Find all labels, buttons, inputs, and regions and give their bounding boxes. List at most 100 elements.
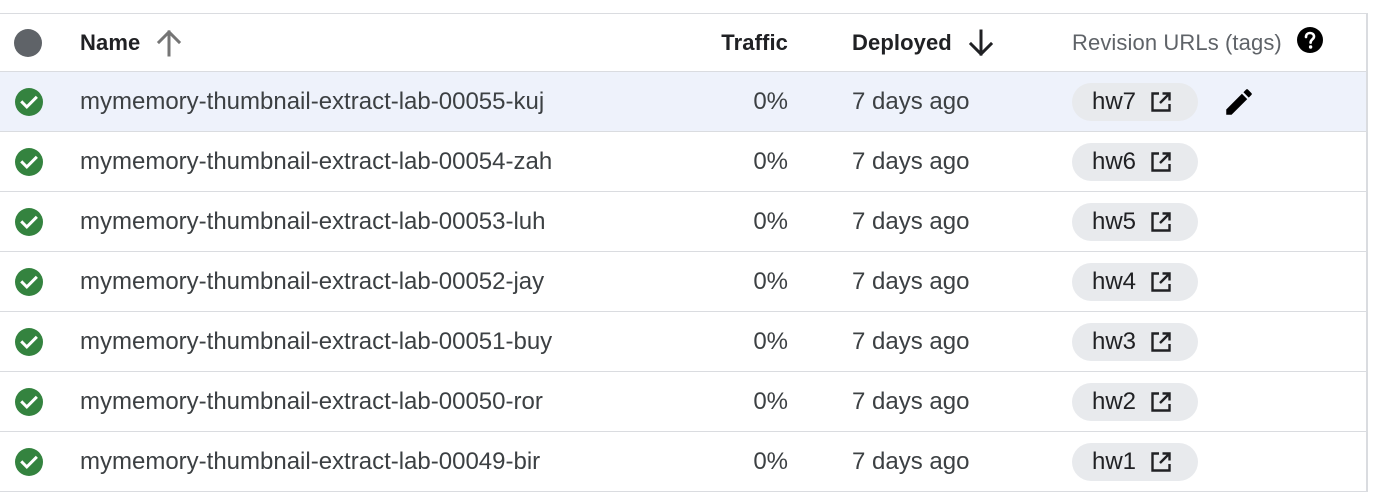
- column-header-revision-urls-label: Revision URLs (tags): [1072, 29, 1282, 55]
- traffic-value: 0%: [753, 327, 788, 355]
- check-circle-icon: [14, 387, 44, 417]
- table-row[interactable]: mymemory-thumbnail-extract-lab-00050-ror…: [0, 371, 1366, 431]
- revision-tag-label: hw6: [1092, 147, 1137, 175]
- revision-url-cell: hw5: [1072, 192, 1362, 251]
- select-all-cell[interactable]: [14, 14, 50, 71]
- deployed-cell: 7 days ago: [852, 252, 1052, 311]
- deployed-cell: 7 days ago: [852, 192, 1052, 251]
- table-header-row: Name Traffic Deployed Revision URLs (tag…: [0, 13, 1366, 71]
- revision-name[interactable]: mymemory-thumbnail-extract-lab-00055-kuj: [80, 88, 544, 116]
- table-row[interactable]: mymemory-thumbnail-extract-lab-00055-kuj…: [0, 71, 1366, 131]
- traffic-cell: 0%: [690, 132, 788, 191]
- open-in-new-icon: [1150, 151, 1172, 173]
- arrow-up-icon[interactable]: [156, 29, 182, 57]
- check-circle-icon: [14, 327, 44, 357]
- traffic-value: 0%: [753, 147, 788, 175]
- status-cell: [14, 432, 50, 491]
- revision-tag-label: hw5: [1092, 207, 1137, 235]
- deployed-value: 7 days ago: [852, 387, 970, 415]
- traffic-cell: 0%: [690, 72, 788, 131]
- open-in-new-icon: [1150, 331, 1172, 353]
- traffic-value: 0%: [753, 87, 788, 115]
- deployed-value: 7 days ago: [852, 267, 970, 295]
- table-row[interactable]: mymemory-thumbnail-extract-lab-00053-luh…: [0, 191, 1366, 251]
- revision-name-cell[interactable]: mymemory-thumbnail-extract-lab-00050-ror: [80, 372, 680, 431]
- revision-tag-chip[interactable]: hw2: [1072, 382, 1198, 421]
- status-cell: [14, 192, 50, 251]
- column-header-deployed-label: Deployed: [852, 29, 952, 55]
- table-row[interactable]: mymemory-thumbnail-extract-lab-00054-zah…: [0, 131, 1366, 191]
- revision-name[interactable]: mymemory-thumbnail-extract-lab-00052-jay: [80, 268, 544, 296]
- deployed-cell: 7 days ago: [852, 132, 1052, 191]
- open-in-new-icon: [1150, 271, 1172, 293]
- revision-tag-label: hw2: [1092, 387, 1137, 415]
- revision-name[interactable]: mymemory-thumbnail-extract-lab-00054-zah: [80, 148, 552, 176]
- revision-tag-chip[interactable]: hw1: [1072, 442, 1198, 481]
- check-circle-icon: [14, 147, 44, 177]
- table-row[interactable]: mymemory-thumbnail-extract-lab-00051-buy…: [0, 311, 1366, 371]
- revision-name-cell[interactable]: mymemory-thumbnail-extract-lab-00055-kuj: [80, 72, 680, 131]
- check-circle-icon: [14, 267, 44, 297]
- help-circle-icon[interactable]: [1296, 26, 1324, 59]
- deployed-value: 7 days ago: [852, 87, 970, 115]
- traffic-value: 0%: [753, 207, 788, 235]
- revision-tag-label: hw1: [1092, 447, 1137, 475]
- status-cell: [14, 132, 50, 191]
- circle-checkbox-icon[interactable]: [14, 28, 42, 57]
- revision-name[interactable]: mymemory-thumbnail-extract-lab-00049-bir: [80, 448, 540, 476]
- open-in-new-icon: [1150, 451, 1172, 473]
- table-row[interactable]: mymemory-thumbnail-extract-lab-00052-jay…: [0, 251, 1366, 311]
- deployed-value: 7 days ago: [852, 147, 970, 175]
- revision-tag-chip[interactable]: hw5: [1072, 202, 1198, 241]
- revision-url-cell: hw3: [1072, 312, 1362, 371]
- status-cell: [14, 312, 50, 371]
- traffic-cell: 0%: [690, 372, 788, 431]
- open-in-new-icon: [1150, 211, 1172, 233]
- deployed-value: 7 days ago: [852, 447, 970, 475]
- revision-name-cell[interactable]: mymemory-thumbnail-extract-lab-00049-bir: [80, 432, 680, 491]
- check-circle-icon: [14, 447, 44, 477]
- revision-name[interactable]: mymemory-thumbnail-extract-lab-00053-luh: [80, 208, 546, 236]
- column-header-name-label: Name: [80, 29, 141, 55]
- deployed-cell: 7 days ago: [852, 372, 1052, 431]
- column-header-revision-urls: Revision URLs (tags): [1072, 14, 1362, 71]
- revision-tag-label: hw4: [1092, 267, 1137, 295]
- revision-tag-chip[interactable]: hw4: [1072, 262, 1198, 301]
- revisions-table: Name Traffic Deployed Revision URLs (tag…: [0, 13, 1366, 492]
- column-header-traffic-label: Traffic: [721, 29, 788, 55]
- traffic-cell: 0%: [690, 252, 788, 311]
- revision-name-cell[interactable]: mymemory-thumbnail-extract-lab-00054-zah: [80, 132, 680, 191]
- revision-url-cell: hw4: [1072, 252, 1362, 311]
- status-cell: [14, 72, 50, 131]
- deployed-cell: 7 days ago: [852, 432, 1052, 491]
- revision-tag-label: hw7: [1092, 87, 1137, 115]
- traffic-value: 0%: [753, 447, 788, 475]
- revision-name-cell[interactable]: mymemory-thumbnail-extract-lab-00051-buy: [80, 312, 680, 371]
- open-in-new-icon: [1150, 391, 1172, 413]
- table-row[interactable]: mymemory-thumbnail-extract-lab-00049-bir…: [0, 431, 1366, 492]
- deployed-value: 7 days ago: [852, 327, 970, 355]
- column-header-name[interactable]: Name: [80, 14, 680, 71]
- traffic-cell: 0%: [690, 312, 788, 371]
- pencil-icon[interactable]: [1222, 85, 1256, 119]
- column-header-deployed[interactable]: Deployed: [852, 14, 1052, 71]
- arrow-down-icon[interactable]: [968, 29, 994, 57]
- revision-name[interactable]: mymemory-thumbnail-extract-lab-00051-buy: [80, 328, 552, 356]
- revision-tag-chip[interactable]: hw3: [1072, 322, 1198, 361]
- revision-url-cell: hw1: [1072, 432, 1362, 491]
- status-cell: [14, 372, 50, 431]
- deployed-value: 7 days ago: [852, 207, 970, 235]
- revision-url-cell: hw6: [1072, 132, 1362, 191]
- traffic-value: 0%: [753, 267, 788, 295]
- revision-name-cell[interactable]: mymemory-thumbnail-extract-lab-00052-jay: [80, 252, 680, 311]
- traffic-cell: 0%: [690, 432, 788, 491]
- revision-name[interactable]: mymemory-thumbnail-extract-lab-00050-ror: [80, 388, 543, 416]
- revision-url-cell: hw2: [1072, 372, 1362, 431]
- revision-tag-chip[interactable]: hw6: [1072, 142, 1198, 181]
- revision-tag-chip[interactable]: hw7: [1072, 82, 1198, 121]
- status-cell: [14, 252, 50, 311]
- revision-name-cell[interactable]: mymemory-thumbnail-extract-lab-00053-luh: [80, 192, 680, 251]
- scroll-divider: [1366, 13, 1368, 492]
- open-in-new-icon: [1150, 91, 1172, 113]
- column-header-traffic[interactable]: Traffic: [690, 14, 788, 71]
